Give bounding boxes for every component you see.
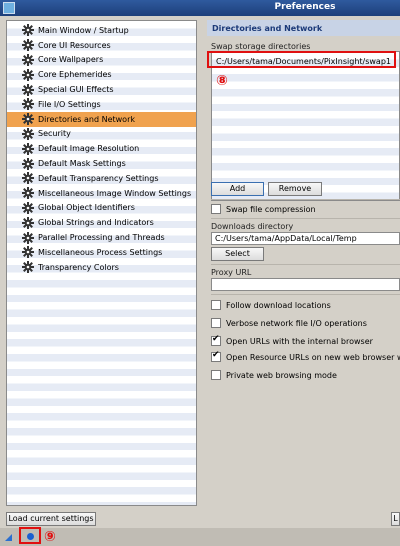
- swap-compression-label: Swap file compression: [226, 204, 316, 214]
- category-label: Security: [38, 129, 71, 139]
- gear-icon: [22, 216, 34, 229]
- option-checkbox[interactable]: Verbose network file I/O operations: [211, 318, 367, 328]
- category-label: Default Image Resolution: [38, 144, 140, 154]
- category-item[interactable]: Directories and Network: [7, 111, 196, 127]
- gear-icon: [22, 127, 34, 140]
- checkbox-box[interactable]: [211, 318, 221, 328]
- gear-icon: [22, 39, 34, 52]
- category-label: Core Wallpapers: [38, 55, 104, 65]
- settings-panel: Directories and Network Swap storage dir…: [207, 20, 400, 506]
- category-item[interactable]: Main Window / Startup: [7, 23, 196, 38]
- category-label: Core UI Resources: [38, 40, 111, 50]
- annotation-box-8: [207, 51, 396, 68]
- category-item[interactable]: Core Ephemerides: [7, 67, 196, 82]
- category-item[interactable]: Default Mask Settings: [7, 156, 196, 171]
- category-list[interactable]: Main Window / Startup Core UI Resources Co…: [6, 20, 197, 506]
- category-item[interactable]: Transparency Colors: [7, 260, 196, 275]
- swap-dirs-label: Swap storage directories: [211, 42, 311, 51]
- option-label: Private web browsing mode: [226, 370, 337, 380]
- gear-icon: [22, 157, 34, 170]
- gear-icon: [22, 53, 34, 66]
- gear-icon: [22, 231, 34, 244]
- section-title: Directories and Network: [207, 20, 400, 36]
- checkbox-box[interactable]: [211, 300, 221, 310]
- category-item[interactable]: Global Strings and Indicators: [7, 215, 196, 230]
- gear-icon: [22, 83, 34, 96]
- separator: [211, 199, 400, 200]
- gear-icon: [22, 142, 34, 155]
- window-title: Preferences: [274, 2, 336, 12]
- gear-icon: [22, 98, 34, 111]
- add-button[interactable]: Add: [211, 182, 264, 196]
- checkbox-box[interactable]: [211, 334, 221, 346]
- annotation-marker-8: ⑧: [216, 73, 228, 89]
- proxy-url-label: Proxy URL: [211, 268, 252, 277]
- category-item[interactable]: Parallel Processing and Threads: [7, 230, 196, 245]
- category-item[interactable]: Miscellaneous Process Settings: [7, 245, 196, 260]
- expand-icon[interactable]: [5, 534, 12, 541]
- category-label: Directories and Network: [38, 114, 135, 124]
- swap-dirs-list[interactable]: C:/Users/tama/Documents/PixInsight/swap1: [211, 51, 400, 201]
- option-checkbox[interactable]: Open Resource URLs on new web browser wi…: [211, 350, 400, 362]
- swap-compression-checkbox[interactable]: Swap file compression: [211, 204, 316, 214]
- option-checkbox[interactable]: Open URLs with the internal browser: [211, 334, 373, 346]
- proxy-url-field[interactable]: [211, 278, 400, 291]
- category-label: File I/O Settings: [38, 99, 101, 109]
- downloads-dir-field[interactable]: C:/Users/tama/AppData/Local/Temp: [211, 232, 400, 245]
- category-label: Main Window / Startup: [38, 25, 129, 35]
- gear-icon: [22, 246, 34, 259]
- category-label: Global Strings and Indicators: [38, 218, 154, 228]
- annotation-marker-9: ⑨: [44, 529, 56, 545]
- annotation-box-9: [19, 527, 41, 544]
- gear-icon: [22, 261, 34, 274]
- category-item[interactable]: Miscellaneous Image Window Settings: [7, 186, 196, 201]
- gear-icon: [22, 187, 34, 200]
- checkbox-box[interactable]: [211, 350, 221, 362]
- option-checkbox[interactable]: Private web browsing mode: [211, 370, 337, 380]
- window-titlebar: Preferences: [0, 0, 400, 16]
- downloads-dir-label: Downloads directory: [211, 222, 294, 231]
- category-label: Special GUI Effects: [38, 85, 114, 95]
- gear-icon: [22, 113, 34, 126]
- option-label: Follow download locations: [226, 300, 331, 310]
- category-item[interactable]: Default Image Resolution: [7, 141, 196, 156]
- category-label: Miscellaneous Image Window Settings: [38, 188, 192, 198]
- gear-icon: [22, 68, 34, 81]
- category-item[interactable]: File I/O Settings: [7, 97, 196, 112]
- bottom-toolbar: [0, 528, 400, 546]
- category-label: Global Object Identifiers: [38, 203, 135, 213]
- separator: [211, 264, 400, 265]
- checkbox-box[interactable]: [211, 204, 221, 214]
- separator: [211, 218, 400, 219]
- category-label: Transparency Colors: [38, 262, 119, 272]
- option-label: Verbose network file I/O operations: [226, 318, 367, 328]
- gear-icon: [22, 201, 34, 214]
- category-item[interactable]: Core UI Resources: [7, 38, 196, 53]
- option-checkbox[interactable]: Follow download locations: [211, 300, 331, 310]
- category-item[interactable]: Core Wallpapers: [7, 53, 196, 68]
- category-label: Core Ephemerides: [38, 70, 112, 80]
- load-button[interactable]: L: [391, 512, 400, 526]
- category-item[interactable]: Security: [7, 127, 196, 142]
- category-label: Default Transparency Settings: [38, 173, 159, 183]
- category-item[interactable]: Global Object Identifiers: [7, 201, 196, 216]
- category-item[interactable]: Special GUI Effects: [7, 82, 196, 97]
- global-execute-icon[interactable]: [27, 533, 34, 540]
- select-button[interactable]: Select: [211, 247, 264, 261]
- remove-button[interactable]: Remove: [268, 182, 322, 196]
- option-label: Open Resource URLs on new web browser wi…: [226, 352, 400, 362]
- category-label: Miscellaneous Process Settings: [38, 247, 163, 257]
- category-label: Default Mask Settings: [38, 159, 126, 169]
- gear-icon: [22, 172, 34, 185]
- checkbox-box[interactable]: [211, 370, 221, 380]
- option-label: Open URLs with the internal browser: [226, 336, 373, 346]
- gear-icon: [22, 24, 34, 37]
- separator: [211, 294, 400, 295]
- category-item[interactable]: Default Transparency Settings: [7, 171, 196, 186]
- category-label: Parallel Processing and Threads: [38, 233, 165, 243]
- load-current-settings-button[interactable]: Load current settings: [6, 512, 96, 526]
